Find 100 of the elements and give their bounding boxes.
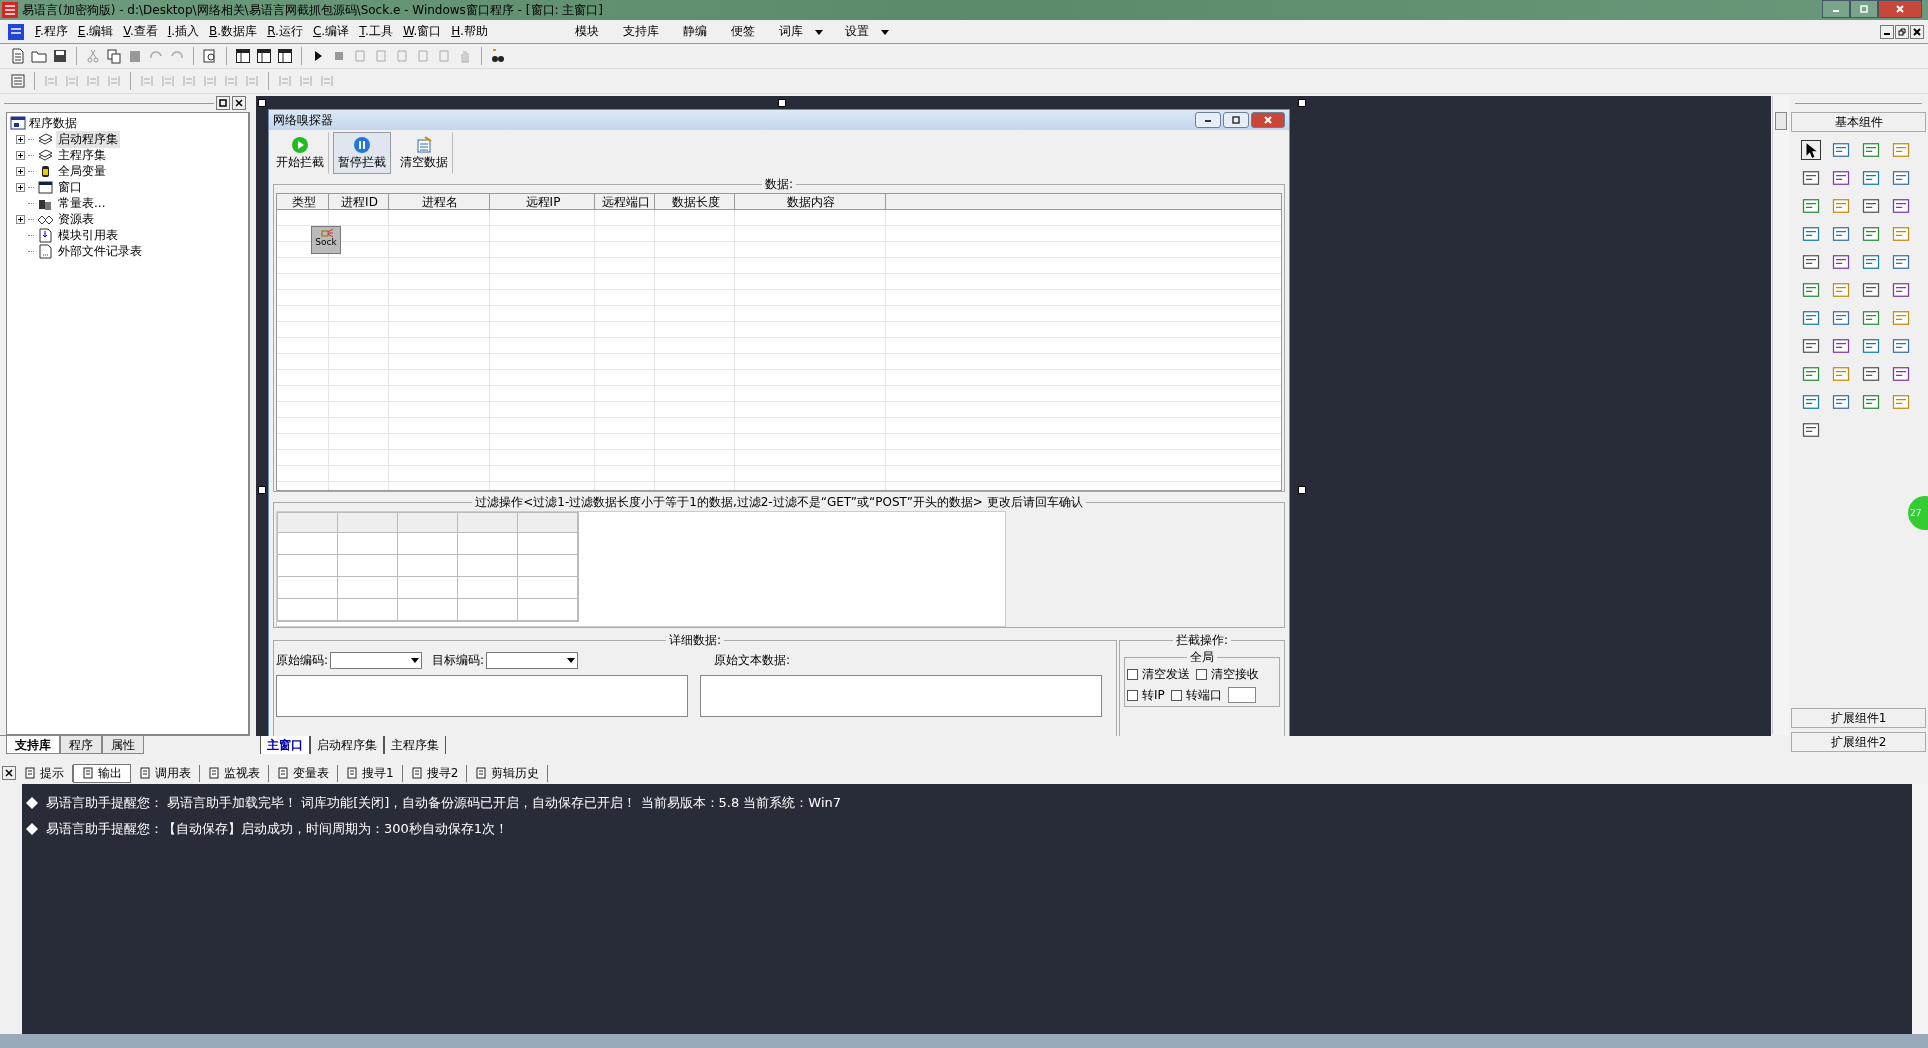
component-icon[interactable] bbox=[1801, 308, 1821, 328]
calculator-icon[interactable] bbox=[10, 73, 26, 89]
component-icon[interactable] bbox=[1861, 364, 1881, 384]
preview-icon[interactable] bbox=[202, 48, 218, 64]
copy-icon[interactable] bbox=[106, 48, 122, 64]
pause-button[interactable]: 暂停拦截 bbox=[333, 132, 391, 174]
menu-item[interactable]: 静编 bbox=[670, 23, 719, 40]
component-icon[interactable] bbox=[1831, 140, 1851, 160]
column-header[interactable]: 远程IP bbox=[490, 194, 595, 209]
menu-item[interactable]: R.运行 bbox=[262, 23, 308, 40]
output-tab[interactable]: 监视表 bbox=[200, 764, 269, 782]
panel-tab[interactable]: 属性 bbox=[102, 736, 144, 754]
column-header[interactable]: 远程端口 bbox=[595, 194, 655, 209]
component-icon[interactable] bbox=[1801, 196, 1821, 216]
pointer-icon[interactable] bbox=[1801, 140, 1821, 160]
component-icon[interactable] bbox=[1831, 168, 1851, 188]
component-icon[interactable] bbox=[1891, 168, 1911, 188]
binoculars-icon[interactable] bbox=[490, 48, 506, 64]
output-tab[interactable]: 搜寻1 bbox=[338, 764, 403, 782]
component-icon[interactable] bbox=[1861, 336, 1881, 356]
component-icon[interactable] bbox=[1831, 308, 1851, 328]
encoding-dropdown[interactable] bbox=[330, 651, 423, 669]
tree-item[interactable]: 程序数据 bbox=[29, 114, 77, 132]
column-header[interactable]: 数据内容 bbox=[735, 194, 886, 209]
close-button[interactable] bbox=[232, 96, 246, 110]
component-icon[interactable] bbox=[1801, 280, 1821, 300]
component-icon[interactable] bbox=[1861, 252, 1881, 272]
component-icon[interactable] bbox=[1831, 224, 1851, 244]
component-icon[interactable] bbox=[1891, 196, 1911, 216]
component-icon[interactable] bbox=[1801, 420, 1821, 440]
column-header[interactable]: 类型 bbox=[277, 194, 329, 209]
expand-icon[interactable] bbox=[16, 150, 25, 160]
toolbox-header[interactable]: 基本组件 bbox=[1791, 112, 1926, 132]
output-tab[interactable]: 变量表 bbox=[269, 764, 338, 782]
menu-item[interactable]: 设置 bbox=[832, 23, 881, 40]
checkbox[interactable]: 清空接收 bbox=[1196, 666, 1259, 683]
dropdown-arrow-icon[interactable] bbox=[814, 27, 823, 36]
tree-item[interactable]: 窗口 bbox=[56, 178, 84, 196]
component-icon[interactable] bbox=[1801, 336, 1821, 356]
editor-tab[interactable]: 启动程序集 bbox=[310, 736, 384, 754]
component-icon[interactable] bbox=[1801, 364, 1821, 384]
component-icon[interactable] bbox=[1801, 392, 1821, 412]
component-icon[interactable] bbox=[1831, 252, 1851, 272]
resize-handle[interactable] bbox=[1298, 99, 1306, 107]
maximize-button[interactable] bbox=[1850, 0, 1878, 18]
maximize-button[interactable] bbox=[1223, 112, 1249, 128]
minimize-button[interactable] bbox=[1195, 112, 1221, 128]
expand-icon[interactable] bbox=[16, 166, 25, 176]
component-icon[interactable] bbox=[1861, 280, 1881, 300]
editor-tab[interactable]: 主程序集 bbox=[384, 736, 446, 754]
component-icon[interactable] bbox=[1861, 168, 1881, 188]
close-button[interactable] bbox=[1910, 24, 1924, 39]
float-button[interactable] bbox=[216, 96, 230, 110]
resize-handle[interactable] bbox=[1298, 486, 1306, 494]
toolbox-section[interactable]: 扩展组件1 bbox=[1791, 708, 1926, 728]
dropdown-arrow-icon[interactable] bbox=[880, 27, 889, 36]
output-tab[interactable]: 输出 bbox=[73, 763, 131, 783]
menu-item[interactable]: T.工具 bbox=[354, 23, 398, 40]
output-tab[interactable]: 搜寻2 bbox=[402, 764, 468, 782]
panel-tab[interactable]: 程序 bbox=[60, 736, 102, 754]
column-header[interactable]: 进程名 bbox=[389, 194, 490, 209]
editor-tab[interactable]: 主窗口 bbox=[260, 736, 310, 754]
expand-icon[interactable] bbox=[16, 134, 25, 144]
output-tab[interactable]: 调用表 bbox=[131, 764, 200, 782]
menu-item[interactable]: W.窗口 bbox=[397, 23, 447, 40]
expand-icon[interactable] bbox=[16, 182, 25, 192]
expand-icon[interactable] bbox=[16, 214, 25, 224]
tree-item[interactable]: 全局变量 bbox=[56, 162, 108, 180]
resize-handle[interactable] bbox=[258, 486, 266, 494]
file-icon[interactable] bbox=[10, 48, 26, 64]
component-icon[interactable] bbox=[1891, 252, 1911, 272]
menu-item[interactable]: 词库 bbox=[766, 23, 815, 40]
scrollbar[interactable] bbox=[1772, 96, 1789, 734]
menu-item[interactable]: C.编译 bbox=[307, 23, 355, 40]
port-input[interactable] bbox=[1227, 687, 1256, 703]
layout-icon[interactable] bbox=[235, 48, 251, 64]
encoding-dropdown[interactable] bbox=[486, 651, 579, 669]
scrollbar[interactable] bbox=[1912, 784, 1928, 1034]
text-area[interactable] bbox=[700, 675, 1102, 717]
menu-item[interactable]: 模块 bbox=[562, 23, 611, 40]
layout-icon[interactable] bbox=[256, 48, 272, 64]
checkbox[interactable]: 清空发送 bbox=[1127, 666, 1190, 683]
menu-item[interactable]: V.查看 bbox=[118, 23, 163, 40]
close-button[interactable] bbox=[2, 766, 16, 780]
menu-item[interactable]: I.插入 bbox=[162, 23, 205, 40]
checkbox[interactable]: 转IP bbox=[1127, 687, 1165, 704]
text-area[interactable] bbox=[276, 675, 688, 717]
component-icon[interactable] bbox=[1891, 336, 1911, 356]
menu-item[interactable]: H.帮助 bbox=[446, 23, 493, 40]
tree-item[interactable]: 启动程序集 bbox=[56, 130, 120, 148]
tree-item[interactable]: 外部文件记录表 bbox=[56, 242, 144, 260]
component-icon[interactable] bbox=[1861, 392, 1881, 412]
component-icon[interactable] bbox=[1891, 364, 1911, 384]
toolbox-section[interactable]: 扩展组件2 bbox=[1791, 732, 1926, 752]
component-icon[interactable] bbox=[1891, 280, 1911, 300]
component-icon[interactable] bbox=[1831, 336, 1851, 356]
socket-component[interactable]: Sock bbox=[311, 226, 341, 254]
resize-handle[interactable] bbox=[258, 99, 266, 107]
restore-button[interactable] bbox=[1895, 24, 1909, 39]
component-icon[interactable] bbox=[1801, 252, 1821, 272]
